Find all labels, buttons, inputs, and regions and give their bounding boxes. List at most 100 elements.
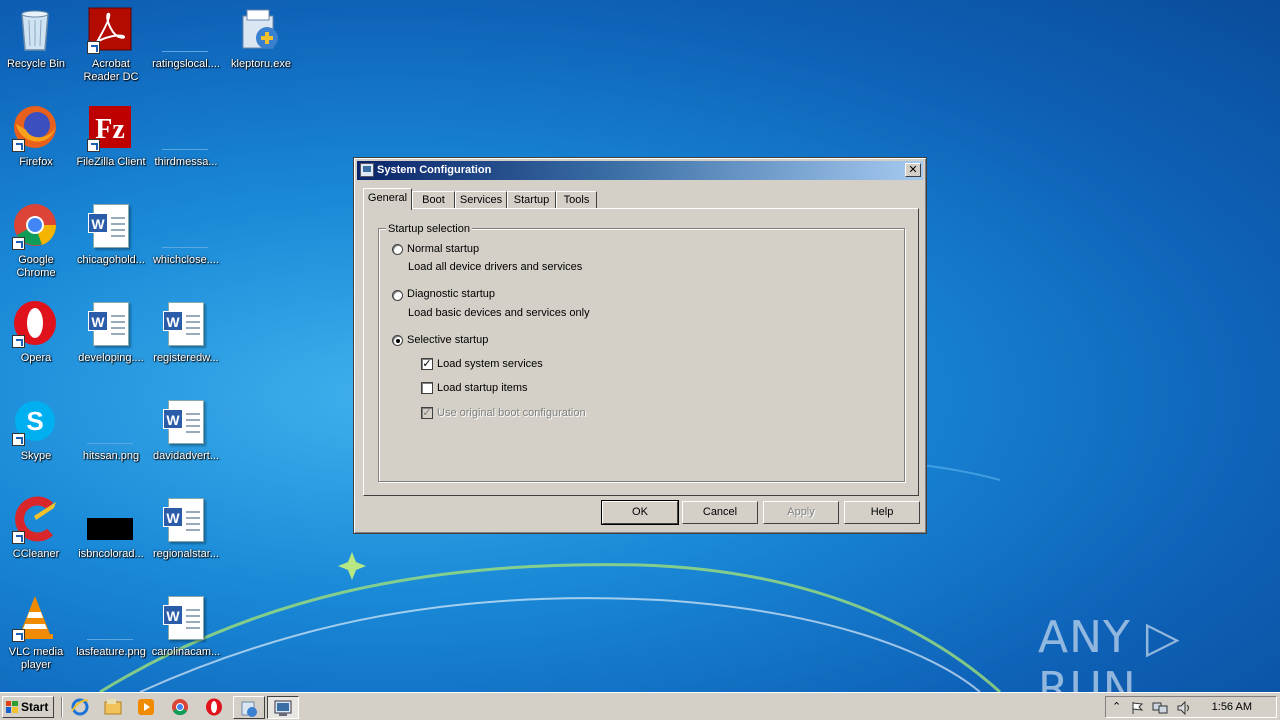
desktop-icon-filezilla[interactable]: Fz FileZilla Client xyxy=(73,98,149,188)
desktop-icon-davidadvert[interactable]: W davidadvert... xyxy=(148,392,224,482)
cancel-button[interactable]: Cancel xyxy=(682,501,758,524)
desktop-icon-recycle-bin[interactable]: Recycle Bin xyxy=(0,0,74,90)
image-file-icon xyxy=(87,594,133,640)
desktop-icon-lasfeature[interactable]: lasfeature.png xyxy=(73,588,149,678)
load-system-services-checkbox[interactable]: ✓ xyxy=(421,358,433,370)
image-file-icon xyxy=(87,518,133,540)
desktop-icon-chicagohold[interactable]: W chicagohold... xyxy=(73,196,149,286)
installer-icon xyxy=(242,9,278,49)
system-tray: ⌃ 1:56 AM xyxy=(1105,696,1277,718)
desktop-icon-regionalstar[interactable]: W regionalstar... xyxy=(148,490,224,580)
taskbar-app-button[interactable] xyxy=(233,696,265,719)
blank-file-icon xyxy=(162,104,208,150)
load-startup-items-label[interactable]: Load startup items xyxy=(437,382,528,394)
desktop-icon-registeredw[interactable]: W registeredw... xyxy=(148,294,224,384)
shortcut-arrow-icon xyxy=(12,139,25,152)
desktop-icon-label: Skype xyxy=(20,450,52,462)
start-label: Start xyxy=(21,700,49,714)
desktop-icon-ccleaner[interactable]: CCleaner xyxy=(0,490,74,580)
desktop-icon-skype[interactable]: S Skype xyxy=(0,392,74,482)
diagnostic-startup-description: Load basic devices and services only xyxy=(408,307,590,319)
desktop-icon-kleptoru[interactable]: kleptoru.exe xyxy=(223,0,299,90)
help-button[interactable]: Help xyxy=(844,501,920,524)
selective-startup-label[interactable]: Selective startup xyxy=(407,334,488,346)
desktop-icon-ratingslocal[interactable]: ratingslocal.... xyxy=(148,0,224,90)
load-system-services-label[interactable]: Load system services xyxy=(437,358,543,370)
close-button[interactable]: ✕ xyxy=(905,163,921,177)
clock[interactable]: 1:56 AM xyxy=(1212,701,1252,713)
normal-startup-radio[interactable] xyxy=(392,244,403,255)
desktop-icon-label: registeredw... xyxy=(153,352,219,364)
action-center-flag-icon[interactable] xyxy=(1130,701,1144,715)
load-startup-items-checkbox[interactable] xyxy=(421,382,433,394)
desktop-icon-chrome[interactable]: Google Chrome xyxy=(0,196,74,286)
word-doc-icon: W xyxy=(162,300,208,346)
start-button[interactable]: Start xyxy=(2,696,54,718)
tab-general[interactable]: General xyxy=(363,188,412,210)
network-icon[interactable] xyxy=(1152,701,1168,715)
desktop-icon-carolinacam[interactable]: W carolinacam... xyxy=(148,588,224,678)
shortcut-arrow-icon xyxy=(12,335,25,348)
desktop-icon-isbncolorad[interactable]: isbncolorad... xyxy=(73,490,149,580)
windows-flag-icon xyxy=(6,701,18,713)
desktop-icon-label: FileZilla Client xyxy=(76,156,146,168)
desktop-icon-label: Google Chrome xyxy=(16,254,56,279)
normal-startup-description: Load all device drivers and services xyxy=(408,261,583,273)
desktop-icon-label: kleptoru.exe xyxy=(231,58,291,70)
desktop-icon-developing[interactable]: W developing.... xyxy=(73,294,149,384)
svg-text:S: S xyxy=(26,406,43,436)
system-configuration-taskbar-button[interactable] xyxy=(267,696,299,719)
shortcut-arrow-icon xyxy=(87,41,100,54)
desktop-icon-label: VLC media player xyxy=(8,646,64,671)
word-doc-icon: W xyxy=(87,300,133,346)
desktop-icon-label: isbncolorad... xyxy=(78,548,144,560)
desktop-icon-hitssan[interactable]: hitssan.png xyxy=(73,392,149,482)
desktop-icon-vlc[interactable]: VLC media player xyxy=(0,588,74,678)
tab-tools[interactable]: Tools xyxy=(556,191,597,209)
msconfig-taskbar-icon xyxy=(274,700,292,716)
anyrun-watermark: ANY ▷ RUN xyxy=(1038,612,1181,692)
desktop-icon-label: Opera xyxy=(20,352,52,364)
recycle-bin-icon xyxy=(21,10,49,51)
desktop-icon-label: ratingslocal.... xyxy=(152,58,220,70)
opera-taskbar-icon[interactable] xyxy=(204,697,224,717)
desktop-icon-label: chicagohold... xyxy=(77,254,145,266)
shortcut-arrow-icon xyxy=(12,237,25,250)
tab-services[interactable]: Services xyxy=(455,191,507,209)
desktop-icon-whichclose[interactable]: whichclose.... xyxy=(148,196,224,286)
tray-expand-icon[interactable]: ⌃ xyxy=(1112,700,1121,713)
tab-startup[interactable]: Startup xyxy=(507,191,556,209)
taskbar: Start ⌃ 1:56 AM xyxy=(0,692,1280,720)
desktop-icon-label: thirdmessa... xyxy=(154,156,218,168)
desktop-icon-label: lasfeature.png xyxy=(76,646,146,658)
use-original-boot-label: Use original boot configuration xyxy=(437,407,586,419)
internet-explorer-icon[interactable] xyxy=(70,697,90,717)
diagnostic-startup-label[interactable]: Diagnostic startup xyxy=(407,288,495,300)
desktop-icon-label: carolinacam... xyxy=(151,646,221,658)
group-title: Startup selection xyxy=(386,223,472,235)
desktop-icon-label: davidadvert... xyxy=(152,450,220,462)
window-titlebar[interactable]: System Configuration ✕ xyxy=(357,161,923,180)
window-title: System Configuration xyxy=(377,164,492,176)
normal-startup-label[interactable]: Normal startup xyxy=(407,243,479,255)
desktop-icon-opera[interactable]: Opera xyxy=(0,294,74,384)
desktop-icon-label: Firefox xyxy=(19,156,53,168)
quicklaunch-divider xyxy=(61,697,63,717)
desktop-icon-firefox[interactable]: Firefox xyxy=(0,98,74,188)
blank-file-icon xyxy=(162,6,208,52)
desktop-icon-label: regionalstar... xyxy=(152,548,220,560)
chrome-taskbar-icon[interactable] xyxy=(170,697,190,717)
media-player-icon[interactable] xyxy=(136,697,156,717)
ok-button[interactable]: OK xyxy=(601,500,679,525)
shortcut-arrow-icon xyxy=(12,531,25,544)
desktop-icon-acrobat[interactable]: Acrobat Reader DC xyxy=(73,0,149,90)
desktop-icon-label: Acrobat Reader DC xyxy=(83,58,139,83)
selective-startup-radio[interactable] xyxy=(392,335,403,346)
diagnostic-startup-radio[interactable] xyxy=(392,290,403,301)
file-explorer-icon[interactable] xyxy=(103,697,123,717)
desktop-icon-thirdmessa[interactable]: thirdmessa... xyxy=(148,98,224,188)
shortcut-arrow-icon xyxy=(87,139,100,152)
general-tab-panel: Startup selection Normal startup Load al… xyxy=(363,208,919,496)
tab-boot[interactable]: Boot xyxy=(412,191,455,209)
volume-icon[interactable] xyxy=(1176,701,1192,715)
